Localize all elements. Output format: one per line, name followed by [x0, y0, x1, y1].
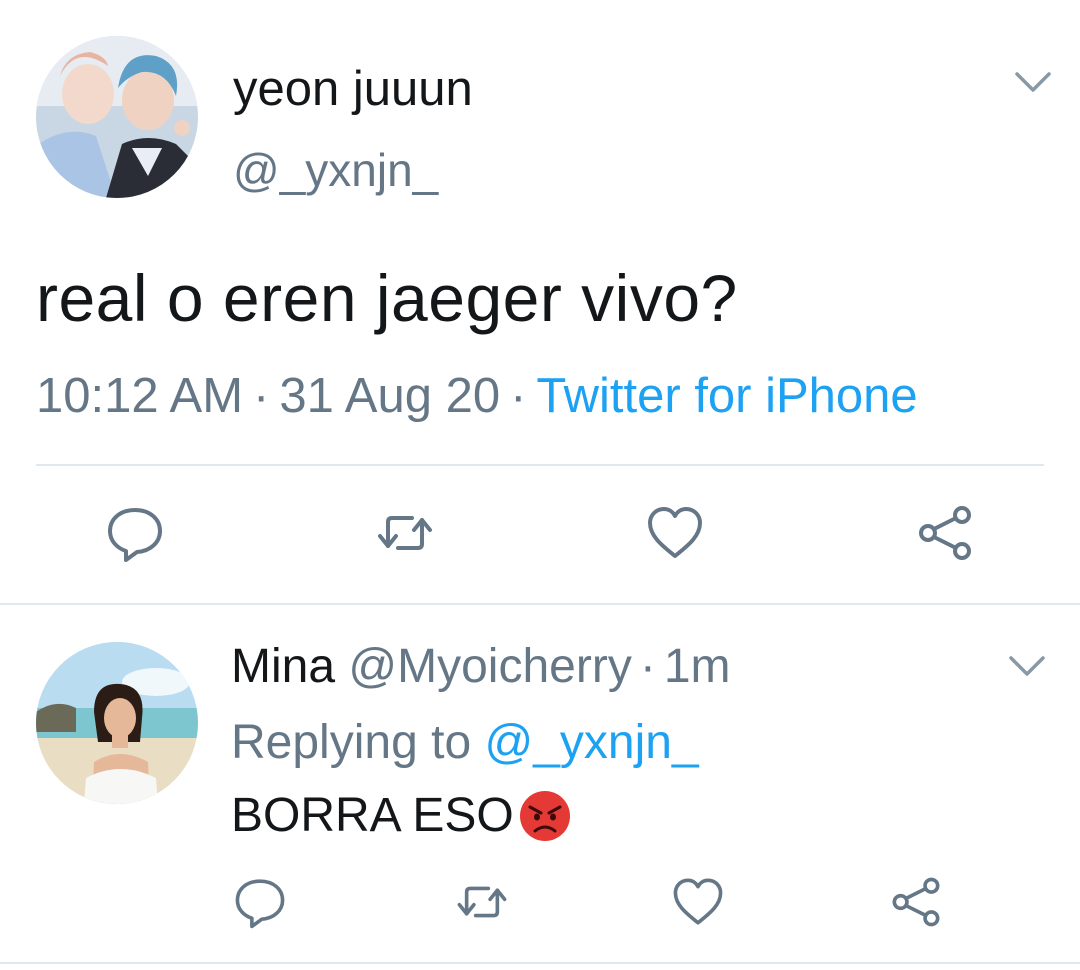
tweet-meta: 10:12 AM · 31 Aug 20 · Twitter for iPhone	[36, 366, 918, 426]
tweet-source-link[interactable]: Twitter for iPhone	[536, 369, 917, 423]
angry-face-emoji	[518, 789, 572, 843]
reply-author-name[interactable]: Mina	[231, 640, 335, 693]
heart-icon[interactable]	[670, 874, 726, 930]
reply-header: Mina @Myoicherry · 1m	[231, 638, 731, 696]
author-name[interactable]: yeon juuun	[233, 60, 473, 118]
reply-text: BORRA ESO	[231, 786, 572, 846]
comment-icon[interactable]	[232, 874, 288, 930]
retweet-icon[interactable]	[454, 874, 510, 930]
author-avatar[interactable]	[36, 36, 198, 198]
reply-author-avatar[interactable]	[36, 642, 198, 804]
section-divider	[0, 962, 1080, 964]
replying-handle-link[interactable]: @_yxnjn_	[484, 716, 698, 769]
header-separator: ·	[639, 640, 656, 693]
comment-icon[interactable]	[104, 502, 166, 564]
meta-separator: ·	[253, 369, 270, 423]
author-handle[interactable]: @_yxnjn_	[233, 142, 438, 198]
tweet-date: 31 Aug 20	[279, 369, 501, 423]
chevron-down-icon[interactable]	[1014, 70, 1052, 94]
section-divider	[0, 603, 1080, 605]
replying-prefix: Replying to	[231, 716, 472, 769]
share-icon[interactable]	[888, 874, 944, 930]
replying-to: Replying to @_yxnjn_	[231, 714, 699, 772]
heart-icon[interactable]	[644, 502, 706, 564]
tweet-time: 10:12 AM	[36, 369, 244, 423]
tweet-text: real o eren jaeger vivo?	[36, 261, 738, 335]
divider	[36, 464, 1044, 466]
reply-time[interactable]: 1m	[664, 640, 731, 693]
share-icon[interactable]	[914, 502, 976, 564]
meta-separator: ·	[510, 369, 527, 423]
reply-author-handle[interactable]: @Myoicherry	[348, 640, 631, 693]
reply-text-content: BORRA ESO	[231, 789, 514, 842]
retweet-icon[interactable]	[374, 502, 436, 564]
chevron-down-icon[interactable]	[1008, 654, 1046, 678]
